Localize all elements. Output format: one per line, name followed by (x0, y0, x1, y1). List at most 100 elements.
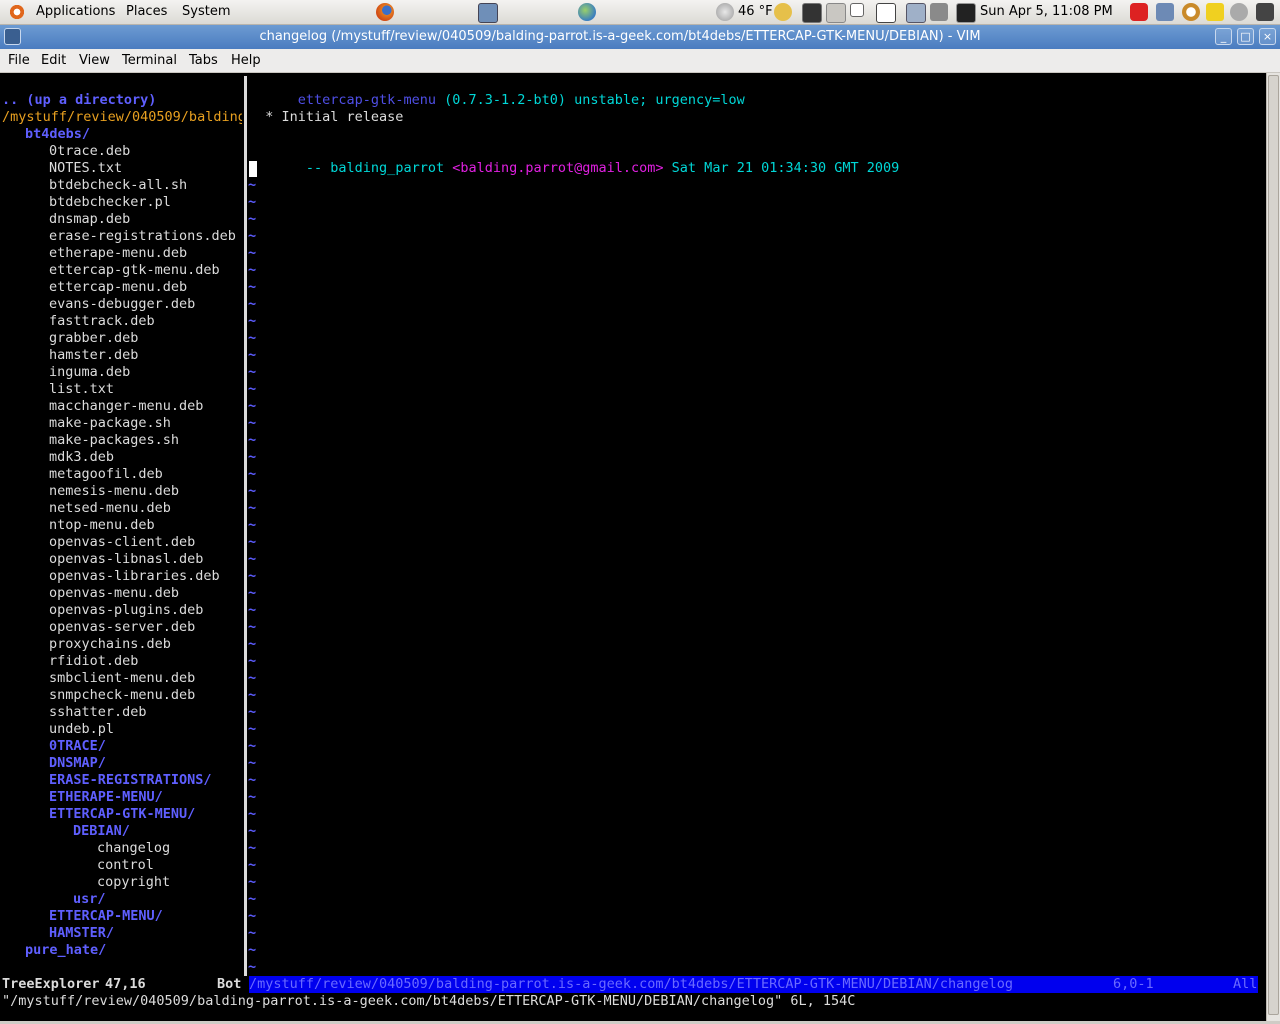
empty-line-tilde: ~ (248, 789, 257, 805)
terminal-launcher-icon[interactable] (802, 3, 822, 23)
empty-line-tilde: ~ (248, 874, 257, 890)
places-menu[interactable]: Places (126, 0, 167, 24)
tree-file[interactable]: NOTES.txt (49, 160, 122, 177)
empty-line-tilde: ~ (248, 228, 257, 244)
empty-line-tilde: ~ (248, 483, 257, 499)
tree-file[interactable]: list.txt (49, 381, 114, 398)
tree-file[interactable]: copyright (97, 874, 170, 891)
tree-file[interactable]: grabber.deb (49, 330, 138, 347)
tree-file[interactable]: erase-registrations.deb (49, 228, 236, 245)
tree-file[interactable]: btdebchecker.pl (49, 194, 171, 211)
tree-file[interactable]: macchanger-menu.deb (49, 398, 203, 415)
window-menu-icon[interactable] (4, 28, 21, 45)
scrollbar-thumb[interactable] (1268, 75, 1279, 1015)
tree-file[interactable]: changelog (97, 840, 170, 857)
window-titlebar[interactable]: changelog (/mystuff/review/040509/baldin… (0, 25, 1280, 49)
tree-file[interactable]: sshatter.deb (49, 704, 147, 721)
tree-file[interactable]: hamster.deb (49, 347, 138, 364)
terminal-area[interactable]: .. (up a directory) /mystuff/review/0405… (0, 73, 1266, 1021)
menu-edit[interactable]: Edit (41, 49, 66, 73)
tree-file[interactable]: ntop-menu.deb (49, 517, 155, 534)
tree-file[interactable]: smbclient-menu.deb (49, 670, 195, 687)
menu-view[interactable]: View (79, 49, 110, 73)
tree-file[interactable]: make-package.sh (49, 415, 171, 432)
tree-directory[interactable]: pure_hate/ (25, 942, 106, 959)
tree-directory[interactable]: 0TRACE/ (49, 738, 106, 755)
tree-file[interactable]: ettercap-gtk-menu.deb (49, 262, 220, 279)
tree-file[interactable]: proxychains.deb (49, 636, 171, 653)
statusline-file-pos: 6,0-1 (1113, 976, 1154, 992)
close-button[interactable]: × (1259, 28, 1276, 45)
menu-help[interactable]: Help (231, 49, 261, 73)
tree-file[interactable]: control (97, 857, 154, 874)
tree-directory[interactable]: DNSMAP/ (49, 755, 106, 772)
system-menu[interactable]: System (182, 0, 230, 24)
window-task-icon-2[interactable] (876, 3, 896, 23)
tree-file[interactable]: metagoofil.deb (49, 466, 163, 483)
tree-directory[interactable]: ETHERAPE-MENU/ (49, 789, 163, 806)
tree-file[interactable]: openvas-libnasl.deb (49, 551, 203, 568)
firefox-task-icon[interactable] (826, 3, 846, 23)
empty-line-tilde: ~ (248, 891, 257, 907)
tree-directory[interactable]: HAMSTER/ (49, 925, 114, 942)
tree-file[interactable]: ettercap-menu.deb (49, 279, 187, 296)
globe-icon[interactable] (578, 3, 596, 21)
tree-file[interactable]: mdk3.deb (49, 449, 114, 466)
tree-directory[interactable]: usr/ (73, 891, 106, 908)
command-line[interactable]: "/mystuff/review/040509/balding-parrot.i… (2, 993, 855, 1010)
tree-directory[interactable]: ETTERCAP-MENU/ (49, 908, 163, 925)
tree-file[interactable]: openvas-client.deb (49, 534, 195, 551)
download-icon[interactable] (1130, 3, 1148, 21)
tree-file[interactable]: dnsmap.deb (49, 211, 130, 228)
tree-file[interactable]: openvas-server.deb (49, 619, 195, 636)
menu-terminal[interactable]: Terminal (122, 49, 177, 73)
tree-up-directory[interactable]: .. (up a directory) (2, 92, 156, 109)
weather-temp[interactable]: 46 °F (738, 0, 773, 24)
menu-tabs[interactable]: Tabs (189, 49, 218, 73)
window-task-icon[interactable] (850, 3, 864, 17)
tree-file[interactable]: snmpcheck-menu.deb (49, 687, 195, 704)
tree-file[interactable]: openvas-menu.deb (49, 585, 179, 602)
tree-file[interactable]: netsed-menu.deb (49, 500, 171, 517)
applications-menu[interactable]: Applications (36, 0, 115, 24)
terminal-icon[interactable] (956, 3, 976, 23)
tree-file[interactable]: btdebcheck-all.sh (49, 177, 187, 194)
search-icon[interactable] (1182, 3, 1200, 21)
maximize-button[interactable]: □ (1237, 28, 1254, 45)
empty-line-tilde: ~ (248, 959, 257, 975)
tree-file[interactable]: evans-debugger.deb (49, 296, 195, 313)
note-icon[interactable] (1206, 3, 1224, 21)
tree-directory[interactable]: DEBIAN/ (73, 823, 130, 840)
tree-file[interactable]: inguma.deb (49, 364, 130, 381)
tree-file[interactable]: undeb.pl (49, 721, 114, 738)
tree-file[interactable]: 0trace.deb (49, 143, 130, 160)
clock[interactable]: Sun Apr 5, 11:08 PM (980, 0, 1113, 24)
ubuntu-logo-icon[interactable] (8, 3, 26, 21)
empty-line-tilde: ~ (248, 466, 257, 482)
tree-file[interactable]: rfidiot.deb (49, 653, 138, 670)
window-split-separator[interactable] (244, 76, 247, 976)
firefox-icon[interactable] (376, 3, 394, 21)
tree-directory[interactable]: ERASE-REGISTRATIONS/ (49, 772, 212, 789)
statusline-cursor-pos: 47,16 (105, 976, 146, 992)
network-status-icon[interactable] (1156, 3, 1174, 21)
network-icon[interactable] (478, 3, 498, 23)
shutdown-icon[interactable] (1256, 3, 1274, 21)
volume-icon[interactable] (930, 3, 948, 21)
empty-line-tilde: ~ (248, 262, 257, 278)
tree-file[interactable]: openvas-libraries.deb (49, 568, 220, 585)
tree-file[interactable]: make-packages.sh (49, 432, 179, 449)
tree-file[interactable]: openvas-plugins.deb (49, 602, 203, 619)
settings-icon[interactable] (1230, 3, 1248, 21)
tree-directory[interactable]: bt4debs/ (25, 126, 90, 143)
tree-file[interactable]: nemesis-menu.deb (49, 483, 179, 500)
tree-root-path[interactable]: /mystuff/review/040509/balding (2, 109, 242, 126)
terminal-scrollbar[interactable] (1266, 73, 1280, 1021)
empty-line-tilde: ~ (248, 585, 257, 601)
printer-icon[interactable] (906, 3, 926, 23)
tree-file[interactable]: fasttrack.deb (49, 313, 155, 330)
tree-file[interactable]: etherape-menu.deb (49, 245, 187, 262)
menu-file[interactable]: File (8, 49, 30, 73)
minimize-button[interactable]: _ (1215, 28, 1232, 45)
tree-directory[interactable]: ETTERCAP-GTK-MENU/ (49, 806, 195, 823)
